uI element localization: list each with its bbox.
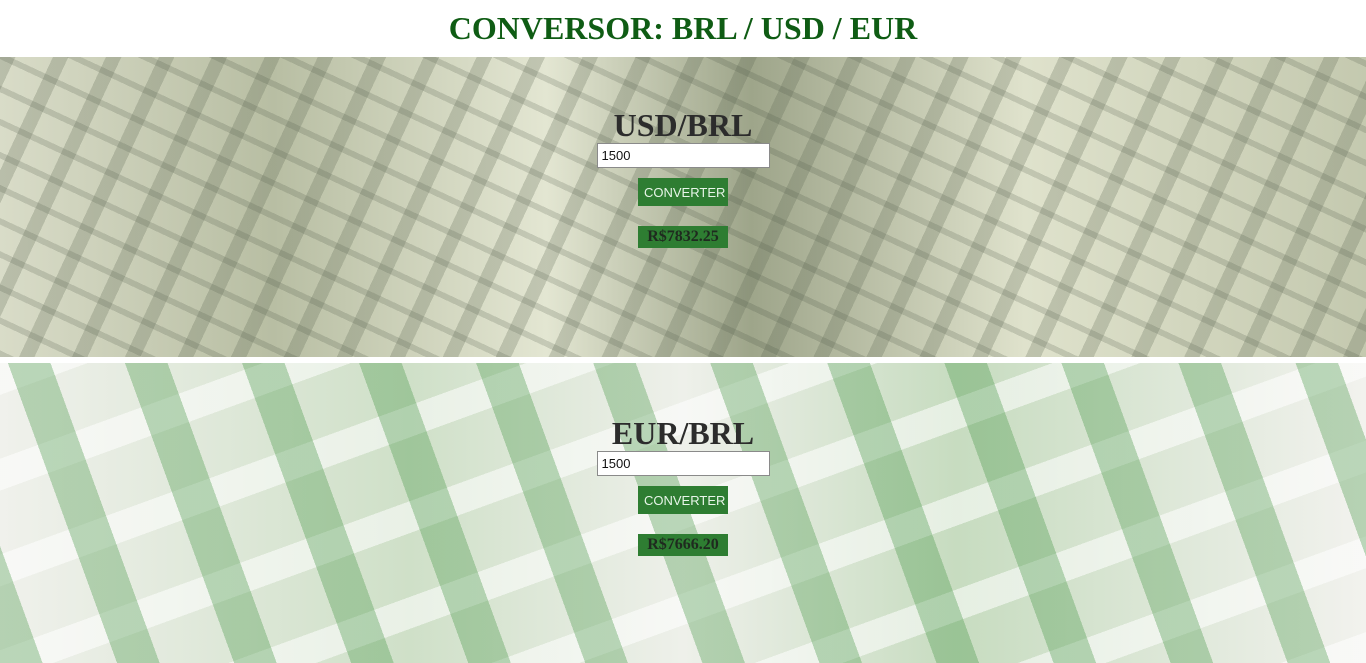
page-title: CONVERSOR: BRL / USD / EUR bbox=[448, 10, 918, 46]
usd-convert-button[interactable]: CONVERTER bbox=[638, 178, 728, 206]
usd-amount-input[interactable] bbox=[596, 143, 770, 168]
eur-convert-button[interactable]: CONVERTER bbox=[638, 486, 728, 514]
eur-result: R$7666.20 bbox=[638, 534, 728, 556]
usd-brl-title: USD/BRL bbox=[613, 107, 753, 143]
eur-brl-title: EUR/BRL bbox=[611, 415, 755, 451]
eur-amount-input[interactable] bbox=[596, 451, 770, 476]
usd-brl-panel: USD/BRL CONVERTER R$7832.25 bbox=[0, 57, 1366, 357]
eur-brl-panel: EUR/BRL CONVERTER R$7666.20 bbox=[0, 363, 1366, 663]
usd-result: R$7832.25 bbox=[638, 226, 728, 248]
